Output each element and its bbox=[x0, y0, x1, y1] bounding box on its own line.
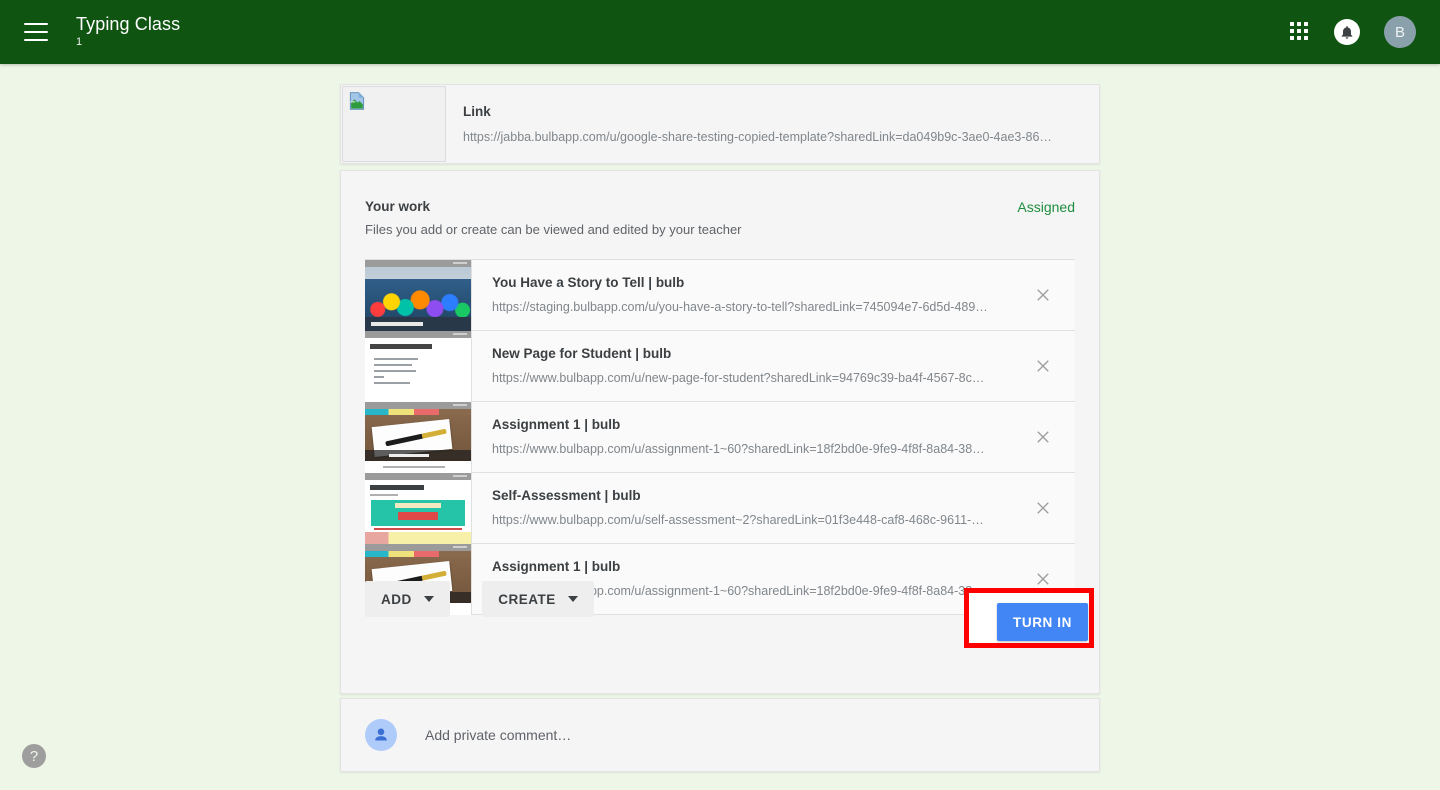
attachment-url: https://www.bulbapp.com/u/new-page-for-s… bbox=[492, 371, 985, 385]
link-attachment-card[interactable]: Link https://jabba.bulbapp.com/u/google-… bbox=[340, 84, 1100, 164]
remove-attachment-button[interactable] bbox=[1011, 473, 1075, 543]
list-item[interactable]: New Page for Student | bulb https://www.… bbox=[365, 331, 1075, 402]
attachment-url: https://www.bulbapp.com/u/self-assessmen… bbox=[492, 513, 984, 527]
turn-in-highlight-box: TURN IN bbox=[964, 588, 1094, 648]
status-badge: Assigned bbox=[1017, 199, 1075, 215]
chevron-down-icon bbox=[567, 596, 578, 602]
create-button-label: CREATE bbox=[498, 591, 556, 607]
link-details: Link https://jabba.bulbapp.com/u/google-… bbox=[446, 85, 1052, 163]
your-work-subheading: Files you add or create can be viewed an… bbox=[365, 222, 742, 237]
attachment-title: New Page for Student | bulb bbox=[492, 346, 672, 361]
attachment-title: Self-Assessment | bulb bbox=[492, 488, 641, 503]
your-work-heading: Your work bbox=[365, 199, 431, 214]
close-x-icon bbox=[1037, 289, 1049, 301]
attachment-details: New Page for Student | bulb https://www.… bbox=[472, 331, 1011, 401]
help-question-icon[interactable]: ? bbox=[22, 744, 46, 768]
your-work-card: Your work Files you add or create can be… bbox=[340, 170, 1100, 694]
hamburger-menu-icon[interactable] bbox=[24, 23, 48, 41]
private-comment-card: Add private comment… bbox=[340, 698, 1100, 772]
remove-attachment-button[interactable] bbox=[1011, 331, 1075, 401]
colorful-crowd-photo-thumbnail bbox=[365, 260, 472, 331]
broken-image-icon bbox=[349, 92, 365, 110]
turn-in-button[interactable]: TURN IN bbox=[997, 603, 1088, 641]
close-x-icon bbox=[1037, 431, 1049, 443]
list-item[interactable]: Assignment 1 | bulb https://www.bulbapp.… bbox=[365, 402, 1075, 473]
add-private-comment-input[interactable]: Add private comment… bbox=[425, 727, 571, 743]
attachment-details: Self-Assessment | bulb https://www.bulba… bbox=[472, 473, 1011, 543]
list-item[interactable]: You Have a Story to Tell | bulb https://… bbox=[365, 260, 1075, 331]
class-section: 1 bbox=[76, 36, 83, 48]
white-document-page-thumbnail bbox=[365, 331, 472, 402]
notebook-and-pen-photo-thumbnail bbox=[365, 402, 472, 473]
link-title: Link bbox=[463, 103, 491, 119]
add-button[interactable]: ADD bbox=[365, 581, 450, 617]
avatar[interactable]: B bbox=[1384, 16, 1416, 48]
your-work-header: Your work Files you add or create can be… bbox=[341, 171, 1099, 237]
attachment-title: Assignment 1 | bulb bbox=[492, 559, 621, 574]
chevron-down-icon bbox=[423, 596, 434, 602]
header-actions: B bbox=[1290, 16, 1416, 48]
attachment-list: You Have a Story to Tell | bulb https://… bbox=[365, 259, 1075, 615]
link-thumbnail bbox=[342, 86, 446, 162]
attachment-url: https://staging.bulbapp.com/u/you-have-a… bbox=[492, 300, 988, 314]
attachment-details: Assignment 1 | bulb https://www.bulbapp.… bbox=[472, 402, 1011, 472]
attachment-details: You Have a Story to Tell | bulb https://… bbox=[472, 260, 1011, 330]
app-header: Typing Class 1 B bbox=[0, 0, 1440, 64]
close-x-icon bbox=[1037, 360, 1049, 372]
remove-attachment-button[interactable] bbox=[1011, 402, 1075, 472]
add-button-label: ADD bbox=[381, 591, 412, 607]
work-actions: ADD CREATE TURN IN bbox=[365, 581, 1094, 648]
create-button[interactable]: CREATE bbox=[482, 581, 594, 617]
attachment-url: https://www.bulbapp.com/u/assignment-1~6… bbox=[492, 442, 985, 456]
teal-banner-value-thumbnail bbox=[365, 473, 472, 544]
remove-attachment-button[interactable] bbox=[1011, 260, 1075, 330]
link-url: https://jabba.bulbapp.com/u/google-share… bbox=[463, 129, 1052, 144]
page-title: Typing Class 1 bbox=[76, 14, 180, 50]
person-avatar-icon bbox=[365, 719, 397, 751]
attachment-title: Assignment 1 | bulb bbox=[492, 417, 621, 432]
apps-grid-icon[interactable] bbox=[1290, 22, 1310, 42]
class-title: Typing Class bbox=[76, 14, 181, 34]
attachment-title: You Have a Story to Tell | bulb bbox=[492, 275, 685, 290]
bell-icon[interactable] bbox=[1334, 19, 1360, 45]
list-item[interactable]: Self-Assessment | bulb https://www.bulba… bbox=[365, 473, 1075, 544]
close-x-icon bbox=[1037, 502, 1049, 514]
